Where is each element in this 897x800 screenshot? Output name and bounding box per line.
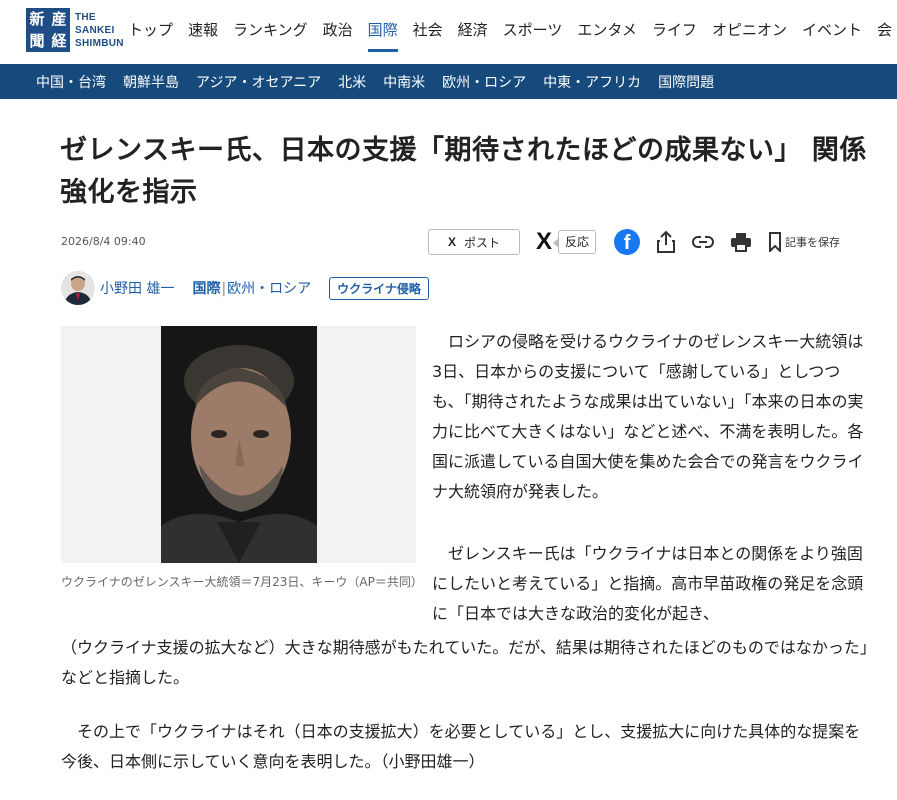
logo-char: 新 — [29, 10, 45, 28]
author-avatar[interactable] — [61, 271, 95, 305]
nav-item-ranking[interactable]: ランキング — [233, 18, 308, 42]
article-paragraph-2-bottom: （ウクライナ支援の拡大など）大きな期待感がもたれていた。だが、結果は期待されたほ… — [61, 638, 868, 687]
category-breadcrumb: 国際|欧州・ロシア — [192, 278, 311, 298]
logo-text-line: SHIMBUN — [75, 37, 124, 49]
nav-item-breaking[interactable]: 速報 — [188, 18, 218, 42]
nav-item-truncated[interactable]: 会 — [877, 18, 892, 42]
subnav-item-china-taiwan[interactable]: 中国・台湾 — [36, 72, 106, 92]
nav-item-economy[interactable]: 経済 — [458, 18, 488, 42]
subnav-item-middle-east-africa[interactable]: 中東・アフリカ — [543, 72, 641, 92]
subnav-list: 中国・台湾 朝鮮半島 アジア・オセアニア 北米 中南米 欧州・ロシア 中東・アフ… — [36, 64, 731, 99]
post-label: ポスト — [464, 235, 501, 250]
share-icon[interactable] — [656, 230, 676, 254]
nav-item-sports[interactable]: スポーツ — [503, 18, 563, 42]
sub-navigation: 中国・台湾 朝鮮半島 アジア・オセアニア 北米 中南米 欧州・ロシア 中東・アフ… — [0, 64, 897, 99]
reaction-count-button[interactable]: 反応 — [553, 230, 597, 254]
subnav-item-asia-oceania[interactable]: アジア・オセアニア — [196, 72, 321, 92]
article-paragraph-1: ロシアの侵略を受けるウクライナのゼレンスキー大統領は3日、日本からの支援について… — [432, 332, 864, 501]
article-headline: ゼレンスキー氏、日本の支援「期待されたほどの成果ない」 関係強化を指示 — [60, 135, 867, 208]
category-separator: | — [221, 281, 227, 297]
nav-item-entertainment[interactable]: エンタメ — [577, 18, 637, 42]
bookmark-icon — [769, 232, 782, 252]
topic-tag[interactable]: ウクライナ侵略 — [329, 276, 429, 300]
nav-item-international[interactable]: 国際 — [367, 18, 398, 52]
x-reaction-icon[interactable]: X — [536, 228, 552, 256]
link-icon[interactable] — [692, 235, 714, 249]
nav-item-top[interactable]: トップ — [128, 18, 173, 42]
logo-text-line: THE — [75, 11, 96, 23]
nav-item-life[interactable]: ライフ — [652, 18, 697, 42]
logo-text-line: SANKEI — [75, 24, 115, 36]
nav-item-opinion[interactable]: オピニオン — [712, 18, 787, 42]
author-row: 小野田 雄一 国際|欧州・ロシア ウクライナ侵略 — [61, 271, 429, 305]
nav-item-politics[interactable]: 政治 — [323, 18, 353, 42]
publish-date: 2026/8/4 09:40 — [61, 235, 146, 248]
nav-item-event[interactable]: イベント — [802, 18, 862, 42]
subnav-item-europe-russia[interactable]: 欧州・ロシア — [442, 72, 526, 92]
subnav-item-latin-america[interactable]: 中南米 — [383, 72, 425, 92]
logo-mark: 新 産 聞 経 — [26, 8, 70, 52]
facebook-icon[interactable]: f — [614, 229, 641, 255]
logo-text: THE SANKEI SHIMBUN — [75, 11, 124, 50]
article-paragraph-2-top: ゼレンスキー氏は「ウクライナは日本との関係をより強固にしたいと考えている」と指摘… — [432, 544, 864, 623]
main-nav: トップ 速報 ランキング 政治 国際 社会 経済 スポーツ エンタメ ライフ オ… — [128, 18, 897, 52]
photo-caption: ウクライナのゼレンスキー大統領＝7月23日、キーウ（AP＝共同） — [61, 575, 423, 589]
top-navigation: 新 産 聞 経 THE SANKEI SHIMBUN トップ 速報 ランキング … — [0, 0, 897, 64]
subnav-item-north-america[interactable]: 北米 — [338, 72, 366, 92]
article-photo[interactable] — [161, 326, 317, 563]
category-main-link[interactable]: 国際 — [192, 281, 220, 297]
article-paragraph-3: その上で「ウクライナはそれ（日本の支援拡大）を必要としている」とし、支援拡大に向… — [61, 722, 861, 771]
x-post-button[interactable]: X ポスト — [428, 229, 520, 255]
logo-char: 産 — [51, 10, 67, 28]
save-label: 記事を保存 — [785, 236, 841, 249]
logo-char: 経 — [51, 32, 67, 50]
share-bar: X ポスト X 反応 f 記事を保存 — [428, 227, 840, 257]
subnav-item-international-issues[interactable]: 国際問題 — [658, 72, 714, 92]
logo-char: 聞 — [29, 32, 45, 50]
author-name-link[interactable]: 小野田 雄一 — [100, 278, 174, 298]
category-sub-link[interactable]: 欧州・ロシア — [227, 281, 311, 297]
subnav-item-korea[interactable]: 朝鮮半島 — [123, 72, 179, 92]
article-photo-frame — [61, 326, 416, 563]
x-logo-icon: X — [447, 235, 456, 249]
print-icon[interactable] — [730, 232, 752, 252]
sankei-logo[interactable]: 新 産 聞 経 THE SANKEI SHIMBUN — [26, 8, 124, 52]
nav-item-society[interactable]: 社会 — [413, 18, 443, 42]
save-article-button[interactable]: 記事を保存 — [768, 232, 840, 252]
